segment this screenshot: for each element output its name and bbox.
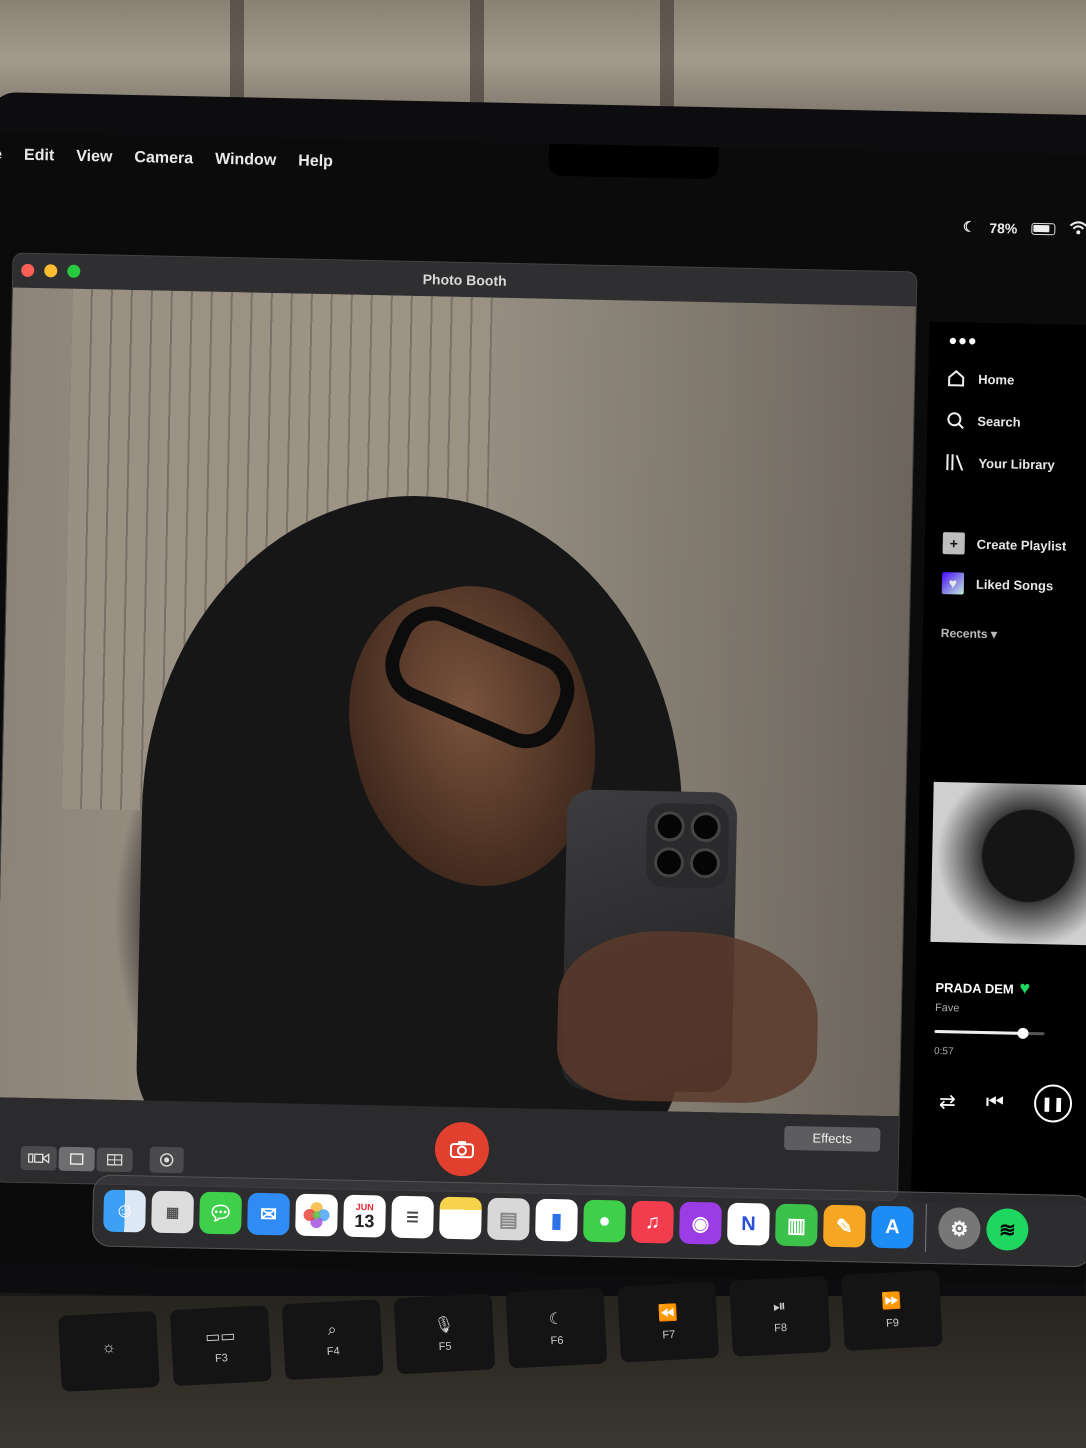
window-title: Photo Booth bbox=[422, 271, 507, 289]
spotlight-key[interactable]: ⌕ F4 bbox=[281, 1299, 384, 1381]
camera-notch bbox=[548, 139, 720, 180]
menu-item-help[interactable]: Help bbox=[298, 152, 333, 171]
playback-controls: ⇄ ⏮ ❚❚ bbox=[939, 1082, 1073, 1123]
menu-item-app[interactable]: le bbox=[0, 146, 2, 164]
menu-item-window[interactable]: Window bbox=[215, 151, 277, 170]
library-icon bbox=[946, 454, 964, 471]
notes-app-icon[interactable]: ▮ bbox=[535, 1198, 578, 1242]
create-playlist-label: Create Playlist bbox=[976, 536, 1067, 554]
track-title[interactable]: PRADA DEM bbox=[935, 980, 1014, 997]
music-icon[interactable]: ♫ bbox=[631, 1200, 674, 1244]
app-store-icon[interactable]: A bbox=[870, 1205, 914, 1249]
reminders-icon[interactable]: ☰ bbox=[391, 1195, 434, 1239]
camera-icon bbox=[449, 1141, 475, 1159]
nav-search[interactable]: Search bbox=[945, 410, 1056, 432]
liked-songs-label: Liked Songs bbox=[975, 576, 1054, 593]
home-icon bbox=[948, 369, 965, 387]
calendar-icon[interactable]: JUN 13 bbox=[343, 1194, 386, 1238]
rewind-key[interactable]: ⏪ F7 bbox=[617, 1281, 720, 1363]
nav-home-label: Home bbox=[978, 371, 1015, 388]
facetime-icon[interactable]: ● bbox=[583, 1199, 626, 1243]
single-photo-mode-icon[interactable] bbox=[58, 1146, 95, 1172]
traffic-lights bbox=[21, 263, 81, 278]
mail-icon[interactable]: ✉ bbox=[247, 1192, 290, 1236]
pages-icon[interactable]: ✎ bbox=[823, 1204, 866, 1248]
progress-fill bbox=[934, 1029, 1023, 1035]
fast-forward-key[interactable]: ⏩ F9 bbox=[840, 1269, 943, 1351]
close-button[interactable] bbox=[21, 263, 35, 277]
photos-icon[interactable] bbox=[295, 1193, 338, 1237]
focus-key[interactable]: ☾ F6 bbox=[505, 1287, 608, 1369]
previous-icon[interactable]: ⏮ bbox=[986, 1091, 1004, 1114]
search-icon bbox=[947, 412, 964, 430]
heart-icon: ♥ bbox=[941, 572, 965, 595]
messages-icon[interactable]: 💬︎ bbox=[199, 1191, 243, 1235]
video-mode-icon[interactable] bbox=[20, 1145, 57, 1171]
podcasts-icon[interactable]: ◉ bbox=[679, 1201, 722, 1245]
recents-dropdown[interactable]: Recents ▾ bbox=[941, 626, 997, 641]
dictation-key[interactable]: 🎙︎ F5 bbox=[393, 1293, 496, 1375]
zoom-button[interactable] bbox=[67, 264, 81, 278]
keyboard: ☼ ▭▭ F3 ⌕ F4 🎙︎ F5 ☾ F6 ⏪ F7 ⏯ F8 ⏩ F9 bbox=[0, 1269, 1086, 1448]
liked-heart-icon[interactable]: ♥ bbox=[1019, 978, 1030, 999]
recents-label: Recents bbox=[940, 626, 988, 642]
pause-button[interactable]: ❚❚ bbox=[1033, 1084, 1073, 1123]
progress-handle[interactable] bbox=[1017, 1027, 1029, 1039]
menu-bar: le Edit View Camera Window Help bbox=[0, 132, 1086, 201]
flash-toggle-icon[interactable] bbox=[149, 1146, 184, 1174]
calendar-day: 13 bbox=[354, 1210, 375, 1231]
mission-control-key[interactable]: ▭▭ F3 bbox=[169, 1305, 272, 1387]
more-options-icon[interactable]: ••• bbox=[949, 328, 979, 355]
spotify-icon[interactable]: ≋ bbox=[985, 1208, 1029, 1251]
effects-button[interactable]: Effects bbox=[784, 1125, 881, 1152]
nav-home[interactable]: Home bbox=[946, 368, 1057, 390]
dock-separator bbox=[924, 1203, 927, 1252]
spotify-nav: Home Search Your Library bbox=[944, 368, 1056, 474]
menu-item-camera[interactable]: Camera bbox=[134, 149, 193, 168]
launchpad-icon[interactable]: ▦ bbox=[151, 1190, 195, 1234]
wifi-icon[interactable] bbox=[1069, 221, 1086, 238]
notes-icon[interactable] bbox=[439, 1196, 482, 1240]
finder-icon[interactable]: ☺ bbox=[103, 1189, 147, 1233]
minimize-button[interactable] bbox=[44, 264, 58, 278]
nav-library[interactable]: Your Library bbox=[944, 452, 1055, 474]
playlist-actions: + Create Playlist ♥ Liked Songs bbox=[941, 532, 1067, 597]
battery-percent: 78% bbox=[989, 219, 1018, 237]
system-settings-icon[interactable]: ⚙ bbox=[937, 1207, 981, 1250]
camera-preview bbox=[0, 287, 918, 1142]
create-playlist-button[interactable]: + Create Playlist bbox=[942, 532, 1067, 557]
progress-bar[interactable] bbox=[934, 1027, 1045, 1039]
track-artist[interactable]: Fave bbox=[935, 1002, 960, 1015]
four-up-mode-icon[interactable] bbox=[96, 1147, 133, 1173]
brightness-key[interactable]: ☼ bbox=[58, 1310, 160, 1392]
battery-icon[interactable] bbox=[1031, 222, 1056, 235]
photo-booth-window: Photo Booth Effects bbox=[0, 252, 918, 1202]
nav-library-label: Your Library bbox=[978, 455, 1055, 472]
menu-item-edit[interactable]: Edit bbox=[24, 147, 55, 166]
news-icon[interactable]: N bbox=[727, 1202, 770, 1246]
plus-icon: + bbox=[942, 532, 965, 555]
liked-songs-button[interactable]: ♥ Liked Songs bbox=[941, 572, 1066, 597]
phone-camera-block bbox=[645, 802, 730, 889]
moon-icon[interactable]: ☾ bbox=[963, 218, 976, 235]
nav-search-label: Search bbox=[977, 413, 1021, 430]
play-pause-key[interactable]: ⏯ F8 bbox=[729, 1275, 831, 1357]
capture-mode-selector bbox=[20, 1145, 133, 1173]
take-photo-button[interactable] bbox=[434, 1121, 490, 1177]
screen: le Edit View Camera Window Help ☾ 78% Ph… bbox=[0, 131, 1086, 1286]
chevron-down-icon: ▾ bbox=[990, 627, 998, 642]
status-area: ☾ 78% bbox=[963, 218, 1086, 238]
menu-item-view[interactable]: View bbox=[76, 148, 113, 167]
elapsed-time: 0:57 bbox=[933, 1045, 954, 1058]
numbers-icon[interactable]: ▥ bbox=[775, 1203, 818, 1247]
shuffle-icon[interactable]: ⇄ bbox=[939, 1089, 956, 1114]
hand bbox=[556, 929, 820, 1105]
album-art[interactable] bbox=[930, 781, 1086, 946]
laptop: le Edit View Camera Window Help ☾ 78% Ph… bbox=[0, 92, 1086, 1316]
archive-icon[interactable]: ▤ bbox=[487, 1197, 530, 1241]
spotify-window: ••• Home Search Your Library + Create Pl… bbox=[910, 321, 1086, 1206]
